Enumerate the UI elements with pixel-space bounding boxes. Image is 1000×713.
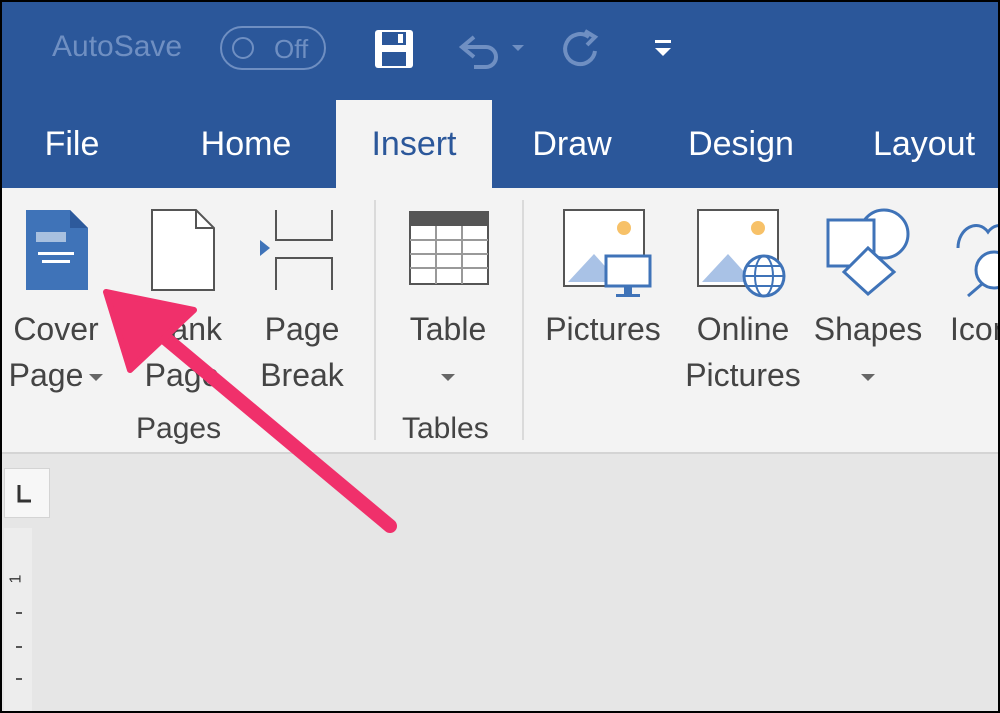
annotation-arrow xyxy=(103,289,397,533)
word-window: AutoSave Off File Home Insert Draw Desig… xyxy=(2,2,998,711)
